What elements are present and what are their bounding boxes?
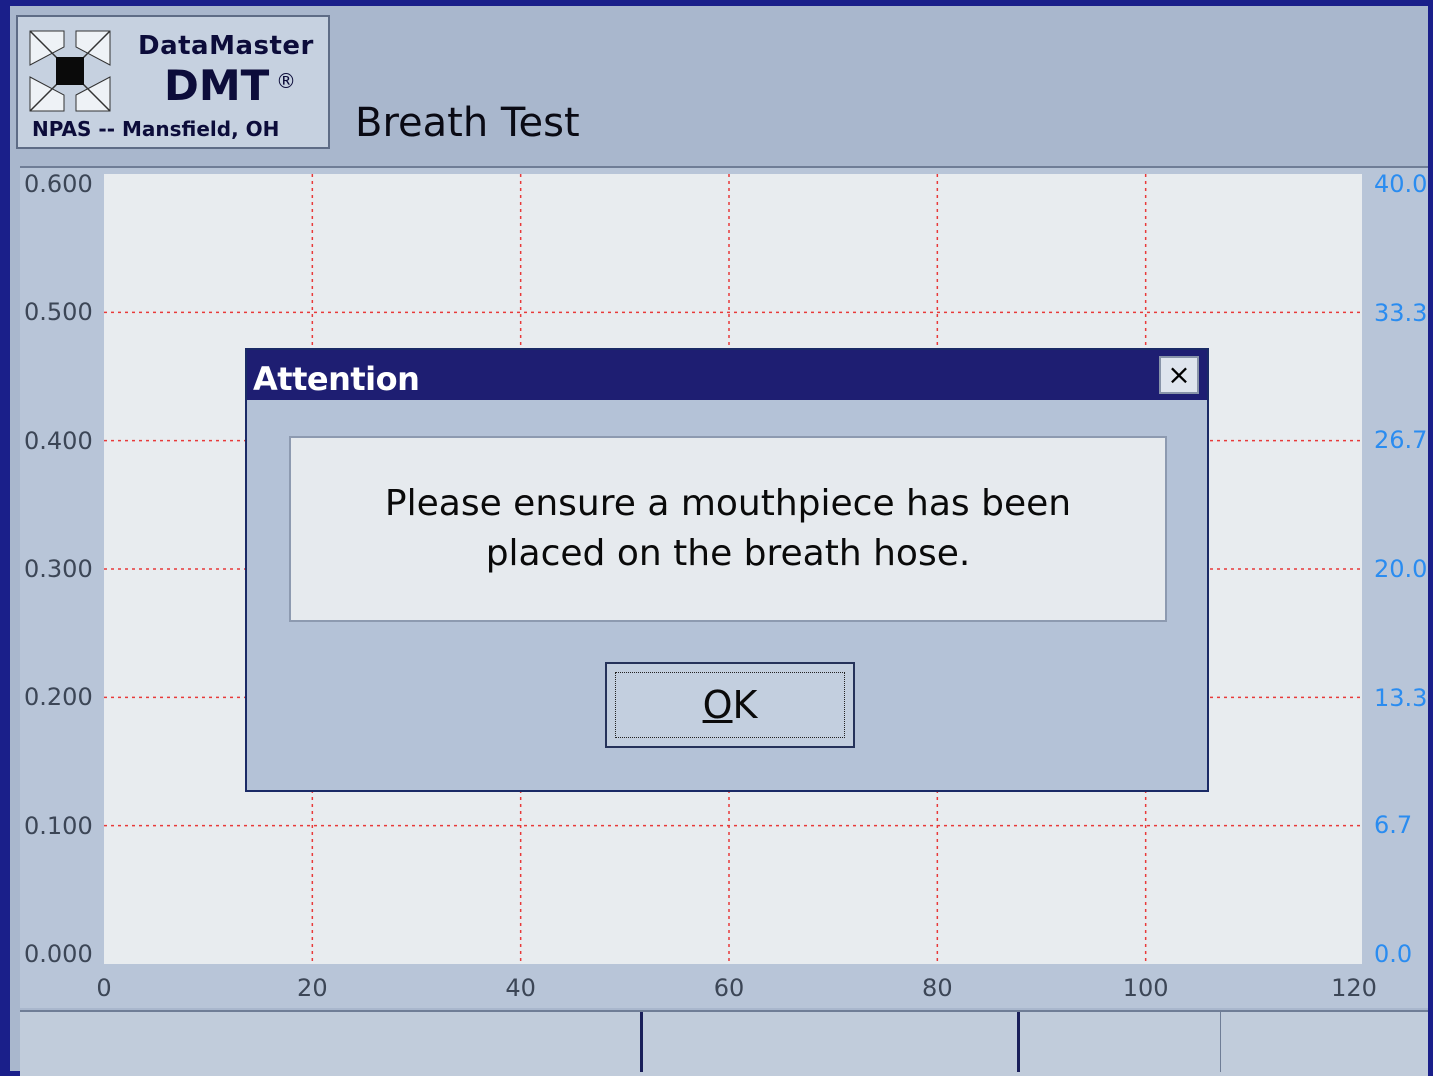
dialog-titlebar[interactable]: Attention × (247, 350, 1207, 400)
status-cell-2 (643, 1012, 1017, 1076)
logo-brand-name: DataMaster (138, 31, 314, 61)
close-button[interactable]: × (1159, 356, 1199, 394)
y-left-tick-label: 0.600 (24, 170, 93, 198)
y-right-tick-label: 20.0 (1374, 555, 1428, 583)
x-tick-label: 0 (96, 974, 112, 1002)
x-tick-label: 100 (1122, 974, 1169, 1002)
status-cell-1 (20, 1012, 640, 1076)
status-cell-4 (1221, 1012, 1428, 1076)
logo-model-name: DMT (164, 61, 270, 110)
registered-mark: ® (276, 69, 296, 93)
ok-button[interactable]: OK (605, 662, 855, 748)
y-left-tick-label: 0.200 (24, 683, 93, 712)
y-left-tick-label: 0.400 (24, 426, 93, 455)
logo-location: NPAS -- Mansfield, OH (32, 117, 280, 141)
dialog-message: Please ensure a mouthpiece has been plac… (384, 483, 1072, 574)
y-left-tick-label: 0.000 (24, 940, 93, 968)
screen-title: Breath Test (355, 100, 580, 146)
y-right-tick-label: 13.3 (1374, 683, 1428, 712)
y-right-tick-label: 6.7 (1374, 811, 1413, 840)
y-right-tick-label: 26.7 (1374, 426, 1428, 455)
dialog-title: Attention (253, 360, 420, 398)
status-cell-3 (1020, 1012, 1220, 1076)
x-tick-label: 80 (922, 974, 953, 1002)
device-screen: DataMaster DMT ® NPAS -- Mansfield, OH B… (10, 6, 1428, 1076)
attention-dialog: Attention × Please ensure a mouthpiece h… (245, 348, 1209, 792)
y-left-tick-label: 0.300 (24, 555, 93, 583)
status-bar (20, 1010, 1428, 1076)
x-tick-label: 20 (297, 974, 328, 1002)
datamaster-logo: DataMaster DMT ® NPAS -- Mansfield, OH (16, 15, 330, 149)
x-tick-label: 60 (713, 974, 745, 1002)
y-left-tick-label: 0.500 (24, 298, 93, 327)
ok-button-label: OK (702, 683, 758, 727)
datamaster-logo-icon (26, 27, 114, 115)
message-box: Please ensure a mouthpiece has been plac… (289, 436, 1167, 622)
y-left-tick-label: 0.100 (24, 811, 93, 840)
y-right-tick-label: 0.0 (1374, 940, 1413, 968)
x-tick-label: 40 (505, 974, 536, 1002)
x-tick-label: 120 (1331, 974, 1377, 1002)
close-icon: × (1167, 358, 1191, 391)
y-right-tick-label: 33.3 (1374, 298, 1428, 327)
y-right-tick-label: 40.0 (1374, 170, 1428, 198)
